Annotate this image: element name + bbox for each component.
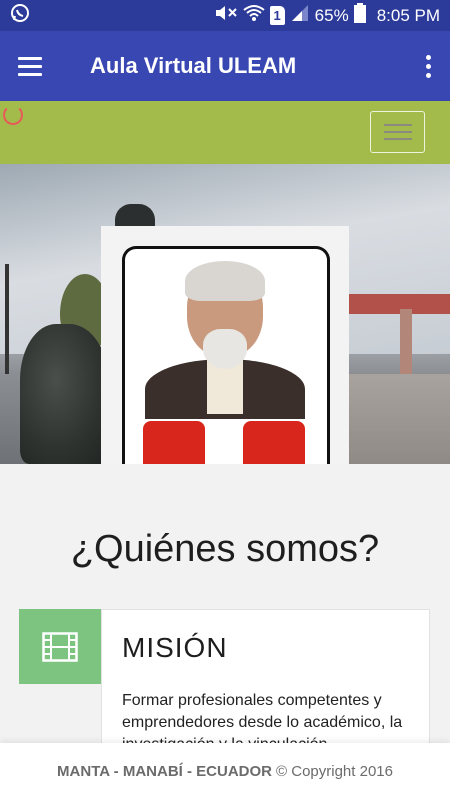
footer-location: MANTA - MANABÍ - ECUADOR bbox=[57, 763, 273, 780]
menu-icon[interactable] bbox=[0, 31, 60, 101]
mute-icon bbox=[214, 3, 238, 28]
app-title: Aula Virtual ULEAM bbox=[90, 53, 297, 78]
signal-icon bbox=[290, 3, 310, 28]
app-bar: Aula Virtual ULEAM bbox=[0, 31, 450, 101]
status-bar: 1 65% 8:05 PM bbox=[0, 0, 450, 31]
portrait-image bbox=[122, 246, 330, 464]
site-navbar bbox=[0, 101, 450, 164]
section-heading: ¿Quiénes somos? bbox=[70, 528, 380, 570]
sim-icon: 1 bbox=[269, 6, 285, 25]
battery-icon bbox=[353, 3, 366, 28]
overflow-menu-icon[interactable] bbox=[406, 31, 450, 101]
navbar-toggle-button[interactable] bbox=[370, 111, 425, 153]
mission-title: MISIÓN bbox=[122, 632, 228, 663]
whatsapp-icon bbox=[10, 3, 30, 28]
wifi-icon bbox=[243, 3, 265, 28]
footer-copyright: © Copyright 2016 bbox=[276, 763, 393, 780]
loading-spinner-icon bbox=[3, 105, 23, 125]
film-icon bbox=[19, 609, 101, 684]
footer: MANTA - MANABÍ - ECUADOR © Copyright 201… bbox=[0, 743, 450, 800]
time: 8:05 PM bbox=[376, 5, 440, 25]
battery-percent: 65% bbox=[314, 5, 349, 25]
